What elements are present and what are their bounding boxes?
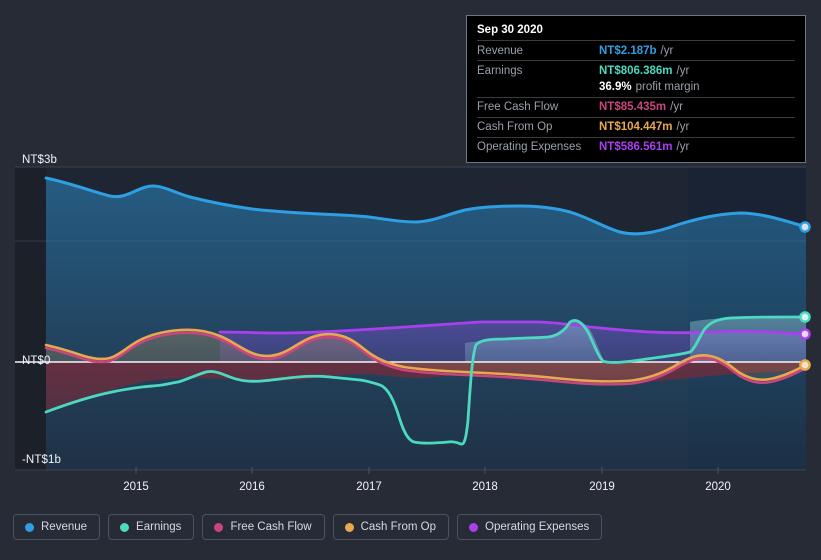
endpoint-earnings [799,311,811,323]
tooltip-value-earnings: NT$806.386m [599,64,673,77]
tooltip-label-operating-expenses: Operating Expenses [477,141,582,153]
x-axis-label-2018: 2018 [472,481,498,493]
tooltip-row-revenue: Revenue NT$2.187b /yr [477,40,795,60]
legend-dot-earnings-icon [120,522,130,532]
legend-label-free-cash-flow: Free Cash Flow [230,521,312,533]
x-axis-label-2016: 2016 [239,481,265,493]
tooltip-value-profit-margin: 36.9% [599,81,632,93]
tooltip-label-cash-from-op: Cash From Op [477,121,553,133]
legend-item-cash-from-op[interactable]: Cash From Op [332,514,450,540]
chart-tooltip: Sep 30 2020 Revenue NT$2.187b /yr Earnin… [466,15,806,163]
tooltip-row-free-cash-flow: Free Cash Flow NT$85.435m /yr [477,96,795,117]
tooltip-unit-earnings: /yr [676,64,690,77]
y-axis-label-bottom: -NT$1b [22,454,61,466]
tooltip-row-operating-expenses: Operating Expenses NT$586.561m /yr [477,136,795,157]
legend-dot-cash-from-op-icon [344,522,354,532]
tooltip-label-free-cash-flow: Free Cash Flow [477,101,559,113]
tooltip-label-revenue: Revenue [477,44,524,57]
legend-item-revenue[interactable]: Revenue [13,514,101,540]
legend-dot-revenue-icon [25,522,34,532]
legend-label-earnings: Earnings [136,521,182,533]
x-axis-label-2017: 2017 [356,481,382,493]
x-axis-label-2015: 2015 [123,481,149,493]
legend-dot-operating-expenses-icon [469,522,479,532]
legend-label-cash-from-op: Cash From Op [360,521,437,533]
tooltip-value-operating-expenses: NT$586.561m [599,141,673,153]
tooltip-value-revenue: NT$2.187b [599,44,657,57]
tooltip-unit-operating-expenses: /yr [676,141,690,153]
tooltip-row-cash-from-op: Cash From Op NT$104.447m /yr [477,116,795,137]
tooltip-value-free-cash-flow: NT$85.435m [599,101,667,113]
tooltip-row-profit-margin: 36.9% profit margin [477,80,795,97]
tooltip-date: Sep 30 2020 [477,24,543,36]
y-axis-label-top: NT$3b [22,154,58,166]
endpoint-operating-expenses [799,328,811,340]
legend-item-free-cash-flow[interactable]: Free Cash Flow [202,514,325,540]
legend-label-revenue: Revenue [41,521,88,533]
x-axis-label-2019: 2019 [589,481,615,493]
tooltip-unit-profit-margin: profit margin [635,81,700,93]
legend-item-earnings[interactable]: Earnings [108,514,195,540]
endpoint-cash-from-op [799,359,811,371]
chart-legend: Revenue Earnings Free Cash Flow Cash Fro… [13,514,603,540]
endpoint-revenue [799,221,811,233]
legend-label-operating-expenses: Operating Expenses [485,521,590,533]
revenue-earnings-chart-widget: NT$3b NT$0 -NT$1b 2015 2016 2017 2018 20… [0,0,821,560]
tooltip-unit-free-cash-flow: /yr [670,101,683,113]
x-axis-label-2020: 2020 [705,481,731,493]
tooltip-value-cash-from-op: NT$104.447m [599,121,673,133]
legend-dot-free-cash-flow-icon [214,522,224,532]
tooltip-unit-cash-from-op: /yr [676,121,690,133]
legend-item-operating-expenses[interactable]: Operating Expenses [457,514,603,540]
y-axis-label-zero: NT$0 [22,355,51,367]
tooltip-row-earnings: Earnings NT$806.386m /yr [477,60,795,80]
tooltip-label-earnings: Earnings [477,64,523,77]
tooltip-unit-revenue: /yr [660,44,674,57]
